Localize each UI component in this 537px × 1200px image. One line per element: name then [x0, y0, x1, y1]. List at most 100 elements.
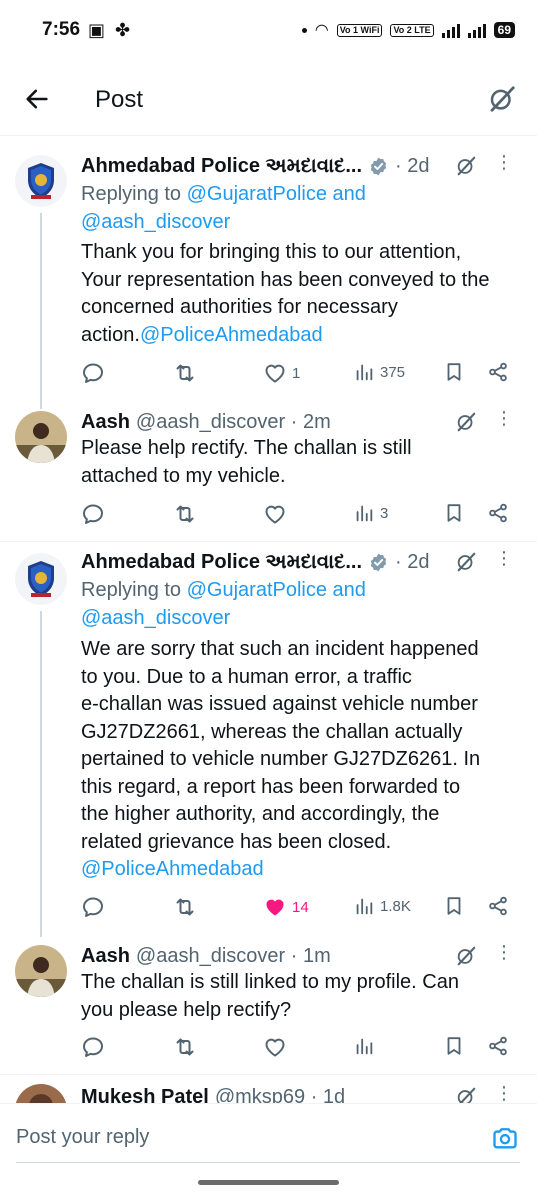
avatar[interactable] — [15, 1084, 67, 1104]
post-time: · 2d — [395, 550, 430, 573]
bookmark-icon — [443, 895, 465, 917]
repost-icon — [173, 895, 197, 919]
mention-link[interactable]: @aash_discover — [81, 607, 230, 629]
grok-icon[interactable] — [455, 1086, 477, 1104]
like-button[interactable]: 14 — [263, 895, 309, 919]
author-name[interactable]: Aash — [81, 411, 130, 434]
bookmark-button[interactable] — [443, 361, 465, 383]
views-button[interactable] — [353, 1035, 375, 1057]
share-button[interactable] — [487, 895, 509, 917]
app-header: Post — [0, 62, 537, 136]
more-options-icon[interactable]: ⋮ — [495, 409, 513, 427]
repost-button[interactable] — [173, 502, 197, 526]
reply-bar: Post your reply — [0, 1103, 537, 1200]
text-line: related grievance has been closed. — [81, 830, 392, 853]
tweet-police-2[interactable]: Ahmedabad Police અમદાવાદ... · 2d ⋮ Reply… — [0, 541, 537, 937]
reply-button[interactable] — [81, 361, 105, 385]
text-line: to you. Due to a human error, a traffic — [81, 665, 412, 688]
text-line: We are sorry that such an incident happe… — [81, 638, 479, 660]
avatar[interactable] — [15, 553, 67, 605]
grok-icon[interactable] — [455, 551, 477, 579]
camera-button[interactable] — [491, 1124, 519, 1157]
camera-icon — [493, 1128, 517, 1149]
like-button[interactable] — [263, 502, 287, 526]
tweet-text: The challan is still linked to my profil… — [81, 969, 526, 1024]
back-button[interactable] — [20, 82, 54, 116]
tweet-actions — [81, 1035, 513, 1063]
views-button[interactable]: 1.8K — [353, 895, 411, 917]
share-button[interactable] — [487, 502, 509, 524]
post-time: · 2d — [395, 154, 430, 177]
repost-icon — [173, 502, 197, 526]
text-line: pertained to vehicle number GJ27DZ6261. … — [81, 748, 481, 770]
author-name[interactable]: Aash — [81, 945, 130, 968]
repost-button[interactable] — [173, 361, 197, 385]
status-time: 7:56 — [42, 19, 81, 40]
mention-link[interactable]: @GujaratPolice and — [187, 579, 366, 601]
author-handle[interactable]: @mksp69 · 1d — [215, 1086, 345, 1105]
text-line: Please help rectify. The challan is stil… — [81, 437, 412, 459]
like-count: 1 — [292, 364, 301, 382]
views-button[interactable]: 3 — [353, 502, 388, 524]
tweet-text: Please help rectify. The challan is stil… — [81, 435, 526, 490]
like-count: 14 — [292, 898, 309, 916]
like-icon — [263, 502, 287, 526]
signal-2-icon — [467, 22, 486, 38]
author-name[interactable]: Mukesh Patel — [81, 1086, 209, 1105]
repost-button[interactable] — [173, 1035, 197, 1059]
more-options-icon[interactable]: ⋮ — [495, 943, 513, 961]
mention-link[interactable]: @PoliceAhmedabad — [140, 324, 323, 346]
author-handle[interactable]: @aash_discover · 1m — [136, 945, 331, 968]
tweet-aash-2[interactable]: Aash @aash_discover · 1m ⋮ The challan i… — [0, 943, 537, 1073]
vo2-badge: Vo 2 LTE — [390, 23, 434, 37]
reply-button[interactable] — [81, 502, 105, 526]
repost-icon — [173, 1035, 197, 1059]
views-icon — [353, 361, 375, 383]
share-icon — [487, 361, 509, 383]
author-handle[interactable]: @aash_discover · 2m — [136, 411, 331, 434]
verified-badge-icon[interactable] — [368, 156, 389, 177]
share-button[interactable] — [487, 361, 509, 383]
author-name[interactable]: Ahmedabad Police અમદાવાદ... — [81, 155, 362, 178]
text-line: The challan is still linked to my profil… — [81, 971, 459, 993]
avatar[interactable] — [15, 945, 67, 997]
bookmark-button[interactable] — [443, 895, 465, 917]
tweet-actions: 3 — [81, 502, 513, 530]
thread-line — [40, 611, 42, 937]
more-options-icon[interactable]: ⋮ — [495, 153, 513, 171]
tweet-aash-1[interactable]: Aash @aash_discover · 2m ⋮ Please help r… — [0, 409, 537, 541]
grok-icon[interactable] — [455, 155, 477, 183]
reply-input-underline — [16, 1162, 520, 1163]
bookmark-button[interactable] — [443, 1035, 465, 1057]
tweet-police-1[interactable]: Ahmedabad Police અમદાવાદ... · 2d ⋮ Reply… — [0, 137, 537, 409]
text-line: e-challan was issued against vehicle num… — [81, 693, 478, 715]
views-icon — [353, 895, 375, 917]
police-badge-avatar — [15, 553, 67, 605]
mention-link[interactable]: @aash_discover — [81, 211, 230, 233]
views-button[interactable]: 375 — [353, 361, 405, 383]
avatar[interactable] — [15, 155, 67, 207]
bookmark-button[interactable] — [443, 502, 465, 524]
like-button[interactable] — [263, 1035, 287, 1059]
like-button[interactable]: 1 — [263, 361, 300, 385]
text-line: Thank you for bringing this to our atten… — [81, 241, 462, 263]
grok-button[interactable] — [485, 82, 519, 116]
reply-button[interactable] — [81, 895, 105, 919]
author-name[interactable]: Ahmedabad Police અમદાવાદ... — [81, 551, 362, 574]
view-count: 1.8K — [380, 897, 411, 915]
verified-badge-icon[interactable] — [368, 552, 389, 573]
tweet-header: Aash @aash_discover · 1m ⋮ — [81, 943, 537, 969]
reply-input[interactable]: Post your reply — [16, 1126, 149, 1149]
repost-button[interactable] — [173, 895, 197, 919]
mention-link[interactable]: @GujaratPolice and — [187, 183, 366, 205]
avatar[interactable] — [15, 411, 67, 463]
reply-button[interactable] — [81, 1035, 105, 1059]
replying-to: Replying to @GujaratPolice and @aash_dis… — [81, 577, 526, 632]
share-button[interactable] — [487, 1035, 509, 1057]
tweet-mukesh[interactable]: Mukesh Patel @mksp69 · 1d ⋮ — [0, 1084, 537, 1104]
mention-link[interactable]: @PoliceAhmedabad — [81, 856, 526, 884]
more-options-icon[interactable]: ⋮ — [495, 549, 513, 567]
more-options-icon[interactable]: ⋮ — [495, 1084, 513, 1102]
divider — [0, 1074, 537, 1075]
home-indicator[interactable] — [198, 1180, 339, 1185]
